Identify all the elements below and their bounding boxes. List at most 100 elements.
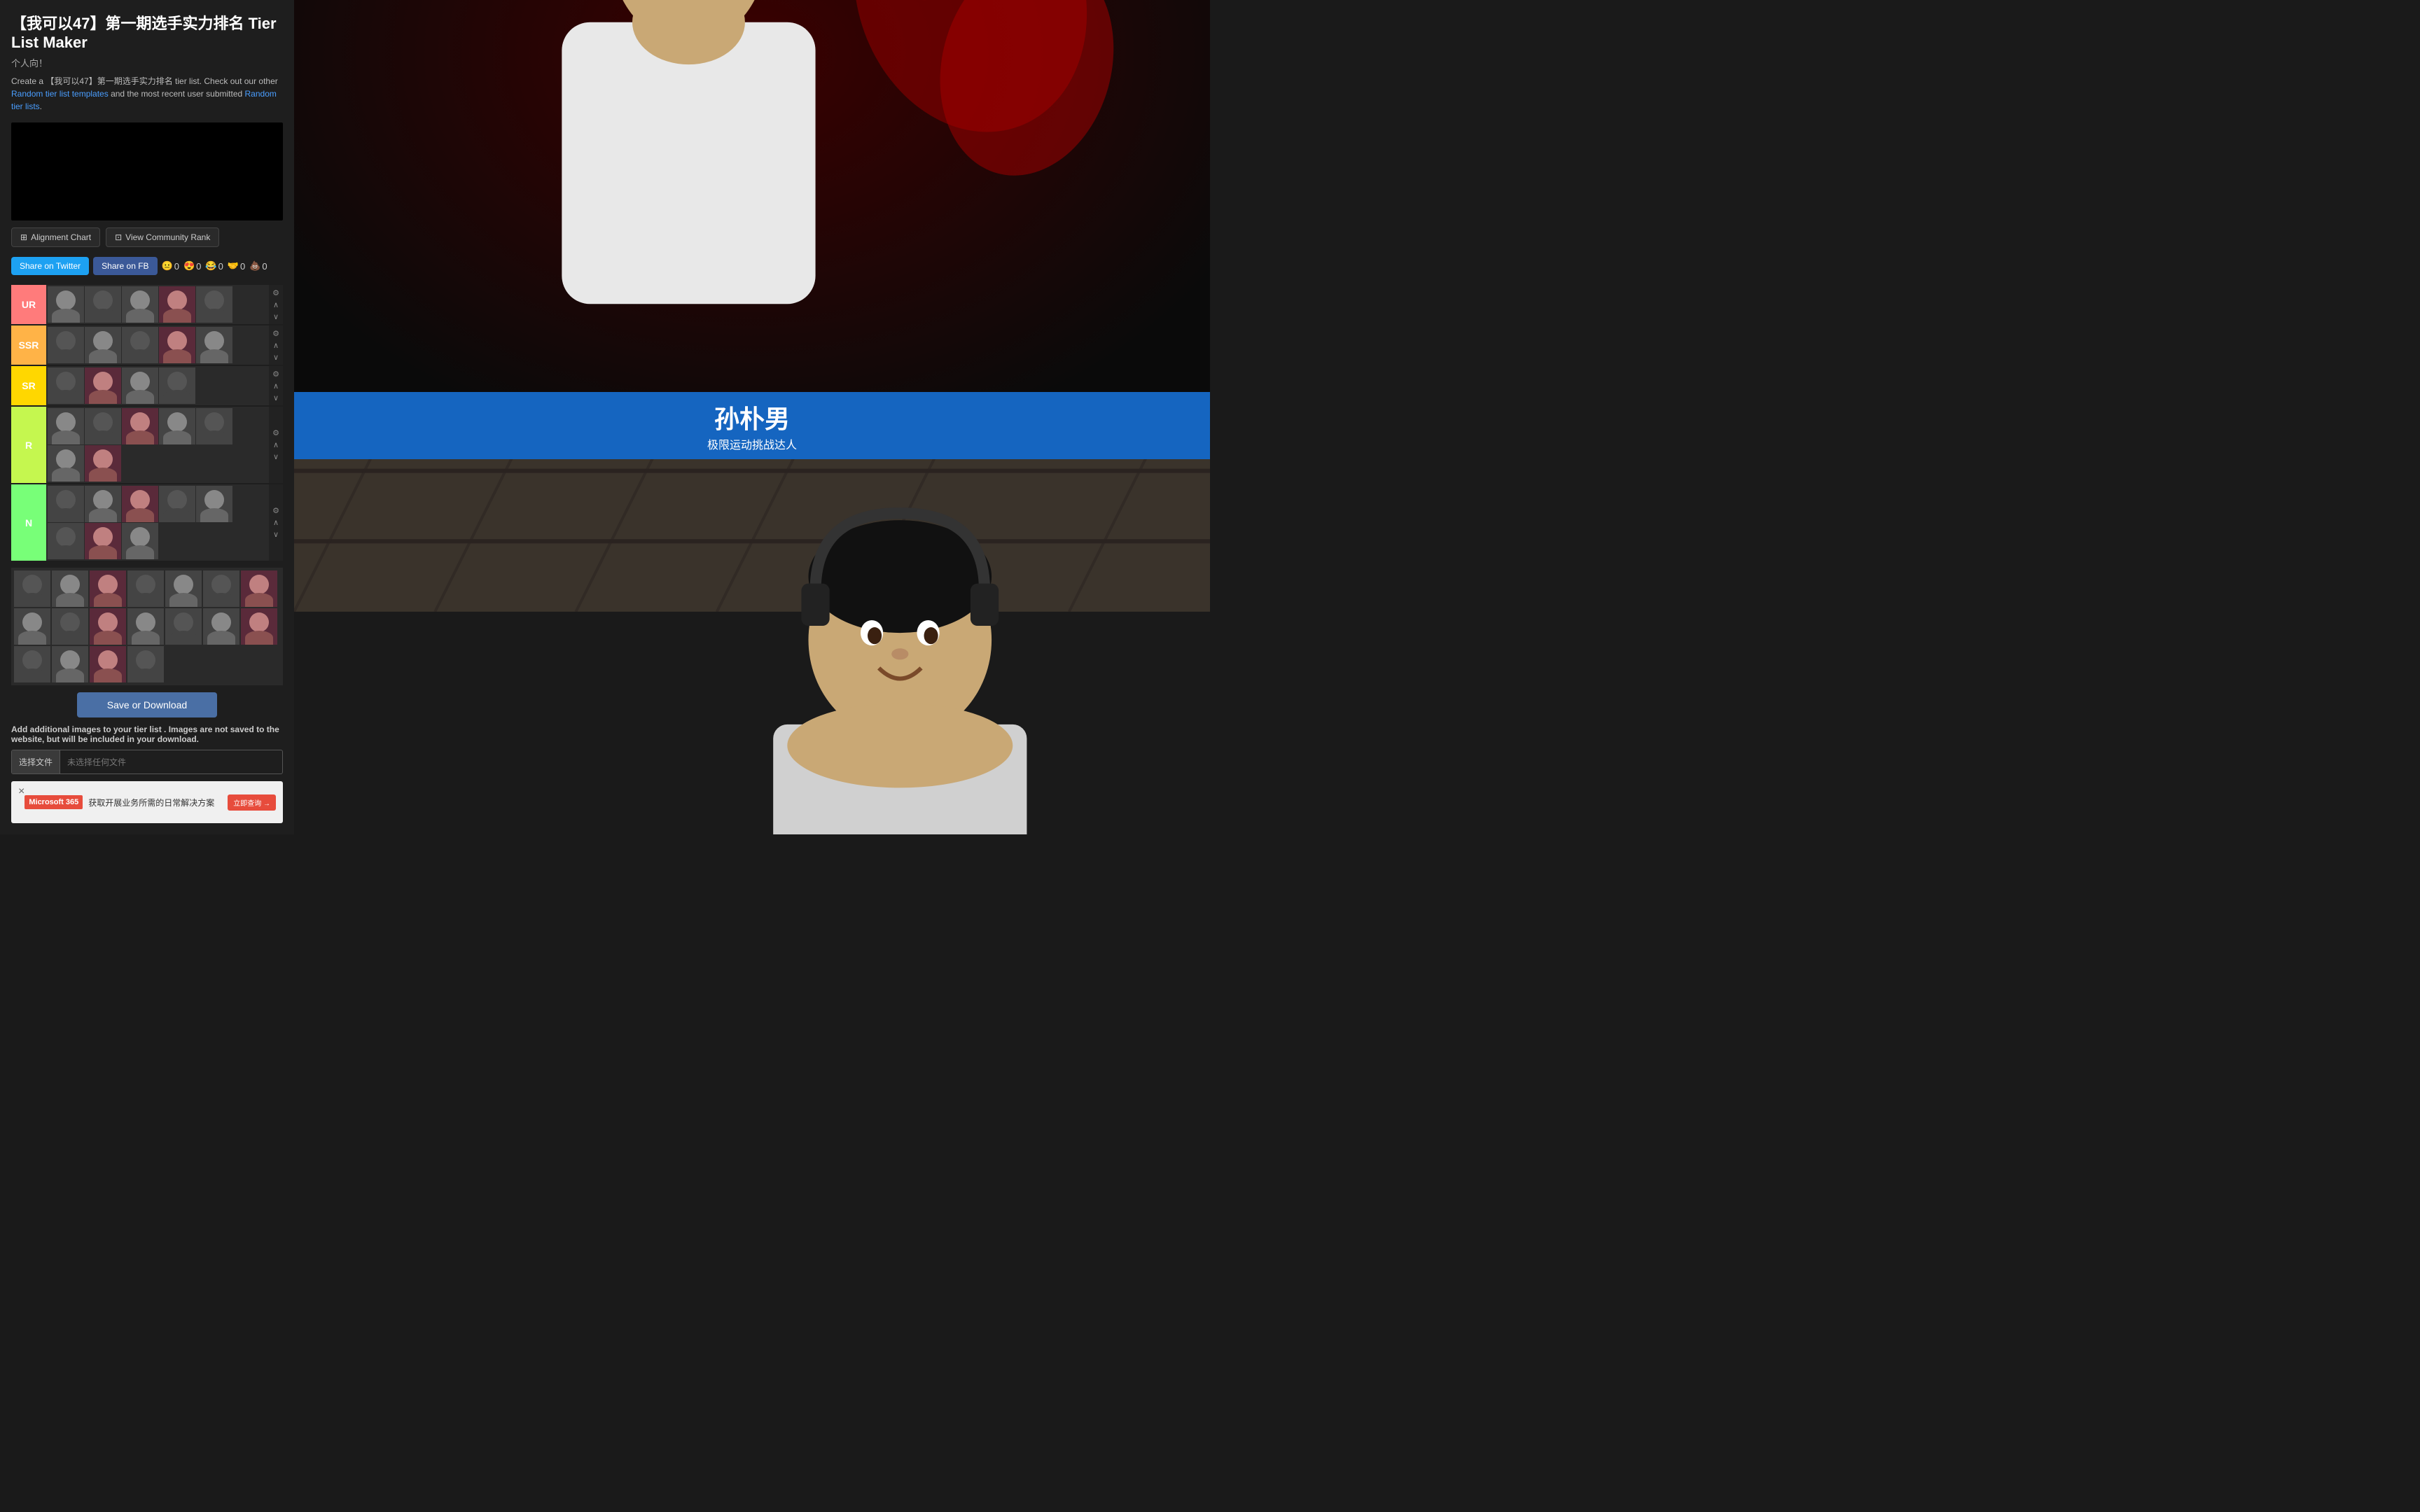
social-row: Share on Twitter Share on FB 😐 0 😍 0 😂 0… [11,257,283,275]
poop-emoji: 💩 [249,260,260,272]
tier-images-sr[interactable] [46,366,269,405]
contestant-figure [294,0,1210,459]
tier-image[interactable] [196,486,232,522]
tier-image[interactable] [159,486,195,522]
twitter-share-button[interactable]: Share on Twitter [11,257,89,275]
tier-image[interactable] [159,286,195,323]
tier-images-n[interactable] [46,484,269,561]
tier-image[interactable] [122,408,158,444]
tier-image[interactable] [85,408,121,444]
gear-button-sr[interactable]: ⚙ [272,369,280,379]
pool-image[interactable] [165,570,202,607]
tier-image[interactable] [122,286,158,323]
gear-button-r[interactable]: ⚙ [272,428,280,438]
gear-button-n[interactable]: ⚙ [272,505,280,516]
fb-share-button[interactable]: Share on FB [93,257,157,275]
pool-image[interactable] [14,646,50,682]
tier-images-ssr[interactable] [46,326,269,365]
pool-image[interactable] [203,570,239,607]
choose-file-button[interactable]: 选择文件 [12,750,60,774]
hug-reaction-button[interactable]: 🤝 0 [228,260,245,272]
tier-image[interactable] [196,408,232,444]
down-button-ur[interactable]: ∨ [272,312,279,322]
tier-image[interactable] [159,327,195,363]
gear-button-ssr[interactable]: ⚙ [272,328,280,339]
pool-image[interactable] [52,646,88,682]
hug-emoji: 🤝 [228,260,239,272]
tier-row-n: N ⚙ ∧ ∨ [11,484,283,561]
pool-image[interactable] [14,570,50,607]
up-button-sr[interactable]: ∧ [272,381,279,391]
video-placeholder [11,122,283,220]
tier-image[interactable] [48,368,84,404]
contestant-tag: 极限运动挑战达人 [707,437,797,457]
down-button-sr[interactable]: ∨ [272,393,279,403]
pool-image[interactable] [241,570,277,607]
tier-row-ssr: SSR ⚙ ∧ ∨ [11,326,283,365]
tier-images-r[interactable] [46,407,269,483]
page-title: 【我可以47】第一期选手实力排名 Tier List Maker [11,11,283,52]
tier-image[interactable] [48,408,84,444]
pool-image[interactable] [203,608,239,645]
tier-image[interactable] [85,523,121,559]
tier-image[interactable] [159,408,195,444]
laugh-reaction-button[interactable]: 😂 0 [205,260,223,272]
down-button-ssr[interactable]: ∨ [272,352,279,363]
ad-cta-label: 立即查询 → [233,800,270,808]
tier-image[interactable] [85,368,121,404]
pool-image[interactable] [127,646,164,682]
pool-image[interactable] [90,570,126,607]
up-button-ssr[interactable]: ∧ [272,340,279,351]
tier-image[interactable] [85,327,121,363]
tier-label-ur: UR [11,285,46,324]
tier-image[interactable] [196,286,232,323]
save-download-button[interactable]: Save or Download [77,692,217,718]
pool-image[interactable] [52,608,88,645]
ad-close-icon: × [18,785,25,797]
tier-image[interactable] [48,486,84,522]
tier-image[interactable] [48,523,84,559]
tier-image[interactable] [122,368,158,404]
room-svg [294,459,1210,834]
tier-image[interactable] [48,286,84,323]
pool-image[interactable] [90,608,126,645]
tier-images-ur[interactable] [46,285,269,324]
tier-image[interactable] [48,445,84,482]
community-rank-button[interactable]: ⊡ View Community Rank [106,227,219,247]
tier-image[interactable] [85,286,121,323]
tier-image[interactable] [122,486,158,522]
poop-reaction-button[interactable]: 💩 0 [249,260,267,272]
pool-image[interactable] [127,608,164,645]
pool-image[interactable] [90,646,126,682]
up-button-n[interactable]: ∧ [272,517,279,528]
down-button-n[interactable]: ∨ [272,529,279,540]
twitter-label: Share on Twitter [20,261,81,271]
tier-image[interactable] [196,327,232,363]
pool-image[interactable] [241,608,277,645]
down-button-r[interactable]: ∨ [272,451,279,462]
tier-image[interactable] [48,327,84,363]
tier-image[interactable] [85,445,121,482]
random-templates-link[interactable]: Random tier list templates [11,89,109,99]
pool-image[interactable] [14,608,50,645]
tier-image[interactable] [159,368,195,404]
pool-image[interactable] [127,570,164,607]
tier-image[interactable] [122,523,158,559]
tier-image[interactable] [122,327,158,363]
up-button-ur[interactable]: ∧ [272,300,279,310]
pool-image[interactable] [165,608,202,645]
up-button-r[interactable]: ∧ [272,440,279,450]
desc-part1: Create a 【我可以47】第一期选手实力排名 tier list. Che… [11,76,278,86]
tier-image[interactable] [85,486,121,522]
tier-controls-ssr: ⚙ ∧ ∨ [269,326,283,365]
streamer-cam [294,459,1210,834]
pool-image[interactable] [52,570,88,607]
gear-button-ur[interactable]: ⚙ [272,288,280,298]
love-reaction-button[interactable]: 😍 0 [183,260,201,272]
ad-cta-button[interactable]: 立即查询 → [228,794,276,811]
alignment-chart-button[interactable]: ⊞ Alignment Chart [11,227,100,247]
tier-row-r: R ⚙ ∧ ∨ [11,407,283,483]
neutral-reaction-button[interactable]: 😐 0 [162,260,179,272]
ad-close-button[interactable]: × [18,785,25,798]
neutral-emoji: 😐 [162,260,173,272]
